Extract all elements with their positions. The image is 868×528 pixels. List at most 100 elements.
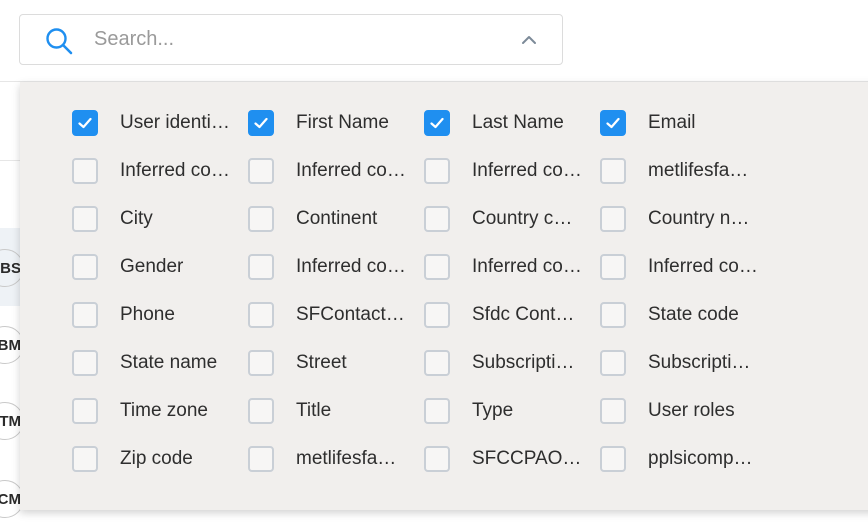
- column-option[interactable]: Sfdc Cont…: [424, 300, 582, 330]
- column-option[interactable]: metlifesfa…: [600, 156, 758, 186]
- checkbox-unchecked[interactable]: [424, 446, 450, 472]
- checkbox-unchecked[interactable]: [248, 446, 274, 472]
- column-option-label: State name: [120, 352, 218, 373]
- column-option[interactable]: Continent: [248, 204, 406, 234]
- column-option[interactable]: Country co…: [424, 204, 582, 234]
- check-icon: [430, 117, 444, 129]
- checkbox-unchecked[interactable]: [600, 302, 626, 328]
- column-option[interactable]: pplsicomp…: [600, 444, 758, 474]
- checkbox-unchecked[interactable]: [600, 158, 626, 184]
- checkbox-unchecked[interactable]: [424, 158, 450, 184]
- checkbox-unchecked[interactable]: [600, 254, 626, 280]
- column-option[interactable]: Time zone: [72, 396, 230, 426]
- checkbox-unchecked[interactable]: [424, 350, 450, 376]
- column-option-label: User identi…: [120, 112, 230, 133]
- chevron-up-icon[interactable]: [520, 31, 538, 49]
- checkbox-unchecked[interactable]: [424, 206, 450, 232]
- table-left-edge: BS BM TM CM: [0, 82, 24, 528]
- column-option[interactable]: Type: [424, 396, 582, 426]
- checkbox-unchecked[interactable]: [424, 398, 450, 424]
- column-option[interactable]: User roles: [600, 396, 758, 426]
- column-option-label: pplsicomp…: [648, 448, 753, 469]
- page: BS BM TM CM User identi… First Name Last N…: [0, 0, 868, 528]
- checkbox-unchecked[interactable]: [248, 254, 274, 280]
- column-option[interactable]: First Name: [248, 108, 406, 138]
- checkbox-unchecked[interactable]: [600, 350, 626, 376]
- checkbox-unchecked[interactable]: [248, 302, 274, 328]
- column-option-label: Continent: [296, 208, 378, 229]
- checkbox-unchecked[interactable]: [600, 398, 626, 424]
- column-option-label: Inferred co…: [120, 160, 230, 181]
- column-option-label: SFCCPAO…: [472, 448, 582, 469]
- checkbox-unchecked[interactable]: [72, 302, 98, 328]
- column-option[interactable]: City: [72, 204, 230, 234]
- column-search-box[interactable]: [19, 14, 563, 65]
- column-option[interactable]: metlifesfa…: [248, 444, 406, 474]
- checkbox-unchecked[interactable]: [424, 302, 450, 328]
- checkbox-checked[interactable]: [424, 110, 450, 136]
- checkbox-unchecked[interactable]: [248, 206, 274, 232]
- column-option-label: Inferred co…: [648, 256, 758, 277]
- column-option[interactable]: Phone: [72, 300, 230, 330]
- checkbox-unchecked[interactable]: [424, 254, 450, 280]
- checkbox-unchecked[interactable]: [248, 398, 274, 424]
- column-option-label: Country co…: [472, 208, 582, 229]
- checkbox-unchecked[interactable]: [600, 206, 626, 232]
- column-option-label: SFContact…: [296, 304, 405, 325]
- column-option-label: User roles: [648, 400, 735, 421]
- checkbox-checked[interactable]: [72, 110, 98, 136]
- column-option-label: Inferred co…: [472, 256, 582, 277]
- column-option[interactable]: Last Name: [424, 108, 582, 138]
- checkbox-unchecked[interactable]: [72, 158, 98, 184]
- column-option-label: Title: [296, 400, 332, 421]
- column-option[interactable]: Inferred co…: [424, 156, 582, 186]
- column-option[interactable]: Subscripti…: [600, 348, 758, 378]
- checkbox-unchecked[interactable]: [72, 446, 98, 472]
- check-icon: [78, 117, 92, 129]
- column-option[interactable]: Inferred co…: [248, 252, 406, 282]
- checkbox-unchecked[interactable]: [72, 206, 98, 232]
- check-icon: [254, 117, 268, 129]
- checkbox-unchecked[interactable]: [72, 398, 98, 424]
- search-icon: [46, 28, 73, 55]
- column-option[interactable]: SFCCPAO…: [424, 444, 582, 474]
- column-option-label: Subscripti…: [648, 352, 751, 373]
- column-option[interactable]: State code: [600, 300, 758, 330]
- column-option-label: First Name: [296, 112, 389, 133]
- avatar-initials: BM: [0, 336, 21, 354]
- column-option[interactable]: Country na…: [600, 204, 758, 234]
- column-option-label: Zip code: [120, 448, 193, 469]
- column-options-panel: User identi… First Name Last Name Email Infe…: [20, 82, 868, 510]
- column-option-label: metlifesfa…: [648, 160, 749, 181]
- column-option[interactable]: Street: [248, 348, 406, 378]
- check-icon: [606, 117, 620, 129]
- column-option[interactable]: Inferred co…: [424, 252, 582, 282]
- column-option-label: Inferred co…: [296, 256, 406, 277]
- column-option[interactable]: State name: [72, 348, 230, 378]
- column-option[interactable]: Subscripti…: [424, 348, 582, 378]
- search-input[interactable]: [94, 15, 494, 64]
- column-option[interactable]: Gender: [72, 252, 230, 282]
- column-option[interactable]: Zip code: [72, 444, 230, 474]
- checkbox-unchecked[interactable]: [248, 158, 274, 184]
- column-option-label: State code: [648, 304, 739, 325]
- column-option[interactable]: Inferred co…: [72, 156, 230, 186]
- column-option-label: Country na…: [648, 208, 758, 229]
- column-option[interactable]: Inferred co…: [600, 252, 758, 282]
- column-option-label: Inferred co…: [296, 160, 406, 181]
- column-option[interactable]: Inferred co…: [248, 156, 406, 186]
- checkbox-checked[interactable]: [248, 110, 274, 136]
- column-option[interactable]: Title: [248, 396, 406, 426]
- column-option-label: Subscripti…: [472, 352, 575, 373]
- checkbox-unchecked[interactable]: [72, 254, 98, 280]
- column-option-label: City: [120, 208, 153, 229]
- checkbox-checked[interactable]: [600, 110, 626, 136]
- checkbox-unchecked[interactable]: [600, 446, 626, 472]
- column-option[interactable]: SFContact…: [248, 300, 406, 330]
- checkbox-unchecked[interactable]: [72, 350, 98, 376]
- column-option[interactable]: Email: [600, 108, 758, 138]
- row-divider: [0, 160, 20, 161]
- column-option-label: Email: [648, 112, 696, 133]
- checkbox-unchecked[interactable]: [248, 350, 274, 376]
- column-option[interactable]: User identi…: [72, 108, 230, 138]
